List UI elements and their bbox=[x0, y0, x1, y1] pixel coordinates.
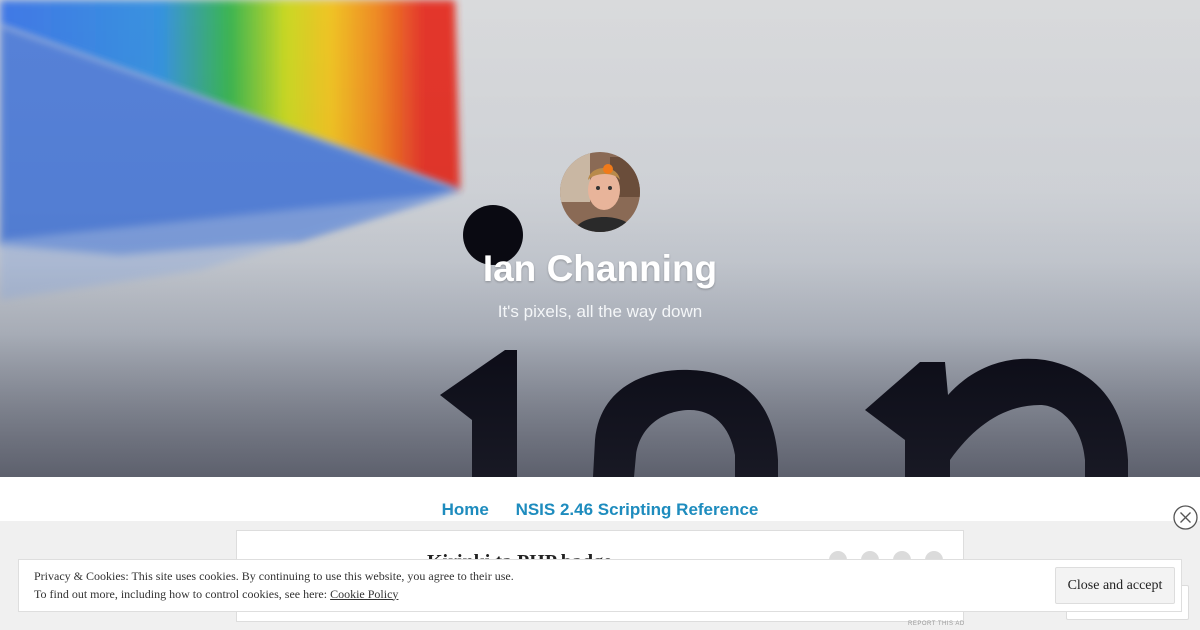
report-ad-link[interactable]: REPORT THIS AD bbox=[908, 621, 965, 627]
cookie-line-1: Privacy & Cookies: This site uses cookie… bbox=[34, 569, 514, 583]
cookie-line-2: To find out more, including how to contr… bbox=[34, 586, 514, 604]
site-tagline: It's pixels, all the way down bbox=[497, 302, 703, 321]
cookie-banner: Privacy & Cookies: This site uses cookie… bbox=[18, 559, 1182, 612]
cookie-line-2-text: To find out more, including how to contr… bbox=[34, 586, 331, 601]
nav-item-nsis-reference[interactable]: NSIS 2.46 Scripting Reference bbox=[516, 500, 759, 519]
avatar[interactable] bbox=[560, 152, 640, 232]
banner-overlay bbox=[0, 0, 1200, 477]
cookie-message: Privacy & Cookies: This site uses cookie… bbox=[34, 568, 514, 603]
site-title[interactable]: Ian Channing bbox=[0, 248, 1200, 290]
cookie-policy-link[interactable]: Cookie Policy bbox=[330, 587, 398, 601]
nav-item-home[interactable]: Home bbox=[442, 500, 489, 519]
close-circle-icon[interactable] bbox=[1173, 505, 1198, 530]
header-banner: Ian Channing It's pixels, all the way do… bbox=[0, 0, 1200, 477]
main-navigation: Home NSIS 2.46 Scripting Reference bbox=[0, 500, 1200, 520]
close-and-accept-button[interactable]: Close and accept bbox=[1055, 567, 1175, 604]
